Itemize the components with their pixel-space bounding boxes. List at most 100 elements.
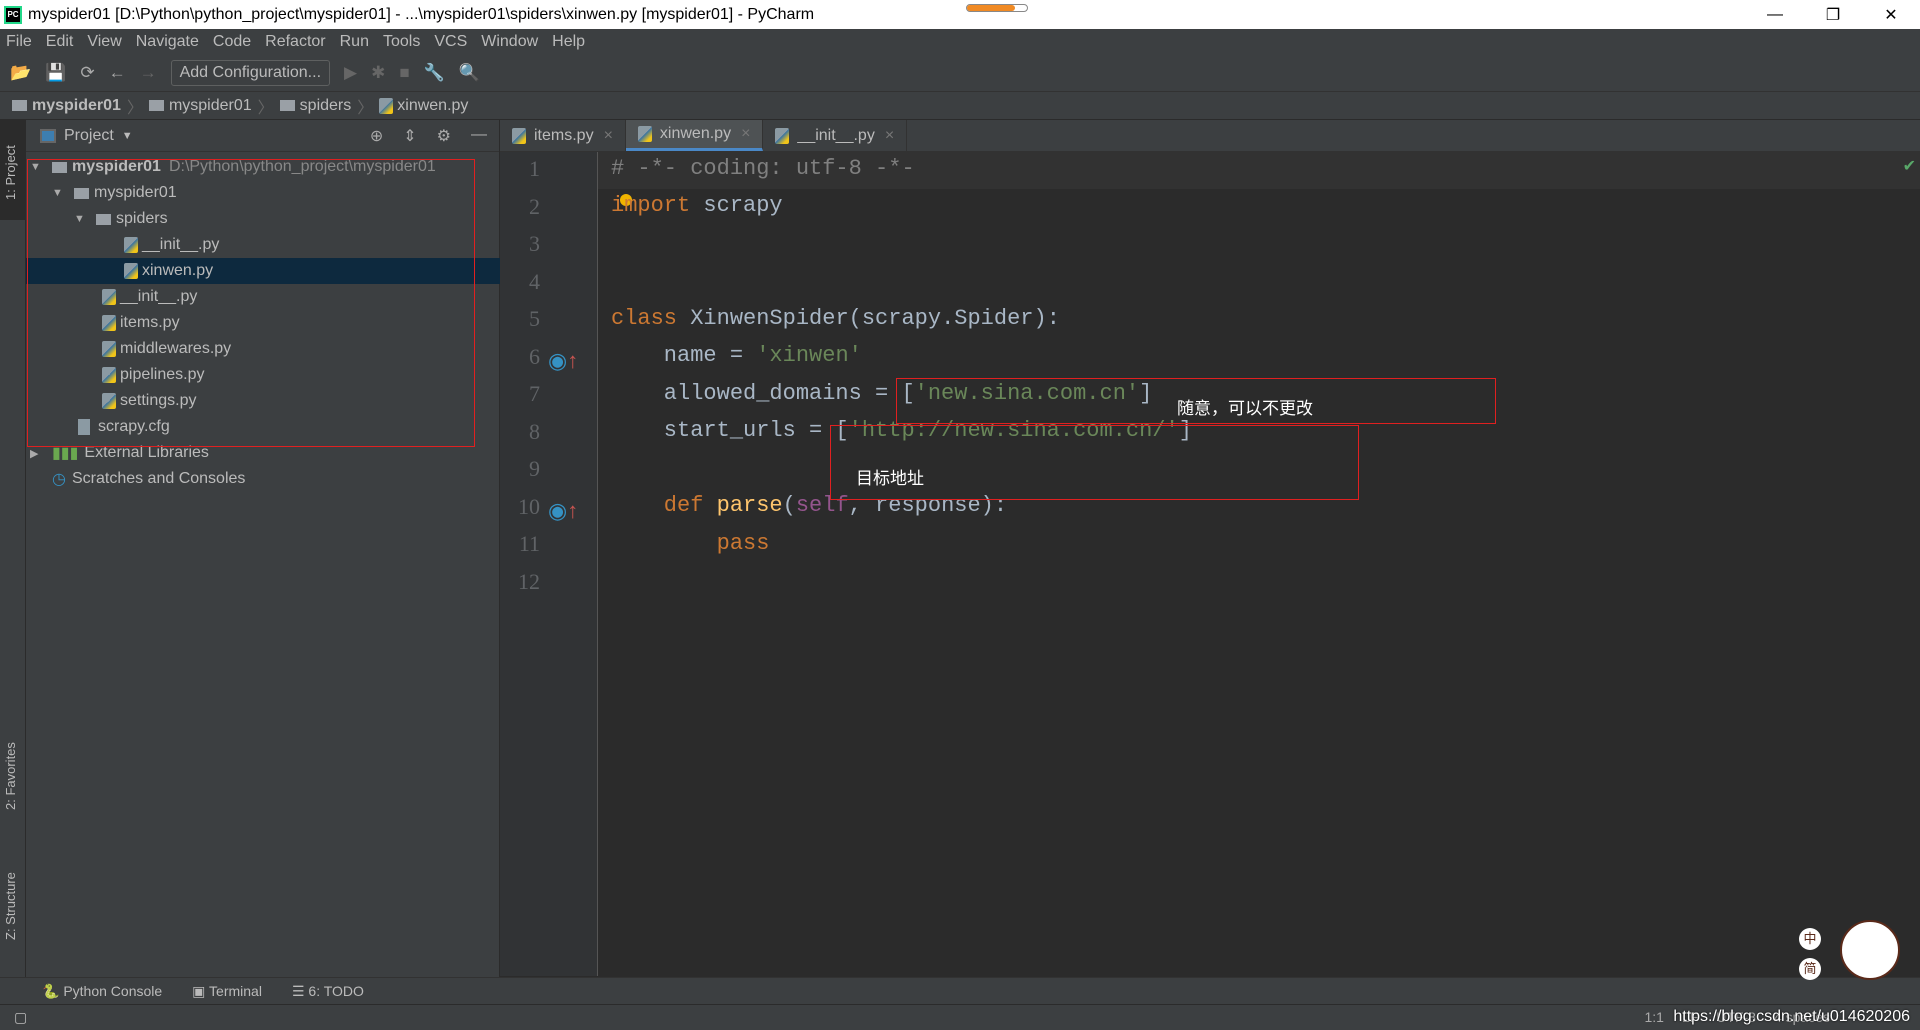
project-panel-header: Project ▼ ⊕ ⇕ ⚙ — bbox=[26, 120, 499, 152]
menu-refactor[interactable]: Refactor bbox=[265, 33, 325, 51]
code-line-1: # -*- coding: utf-8 -*- bbox=[611, 156, 915, 181]
back-arrow-icon[interactable]: ← bbox=[109, 63, 126, 83]
code-line-6: name = 'xinwen' bbox=[611, 343, 862, 368]
line-number: 10 bbox=[518, 493, 540, 519]
project-icon bbox=[40, 128, 56, 143]
terminal-tab[interactable]: ▣ Terminal bbox=[192, 983, 262, 1000]
folder-icon bbox=[148, 100, 164, 111]
line-number: 7 bbox=[529, 381, 540, 406]
pycharm-logo-icon: PC bbox=[4, 5, 22, 24]
menu-code[interactable]: Code bbox=[213, 33, 251, 51]
minimize-button[interactable]: — bbox=[1746, 0, 1804, 29]
tree-item-label: Scratches and Consoles bbox=[71, 470, 246, 487]
menu-run[interactable]: Run bbox=[340, 33, 369, 51]
annotation-note: 目标地址 bbox=[856, 469, 924, 488]
close-tab-icon[interactable]: × bbox=[885, 127, 894, 145]
annotation-note: 随意，可以不更改 bbox=[1177, 399, 1313, 418]
progress-fill bbox=[967, 5, 1015, 11]
close-tab-icon[interactable]: × bbox=[741, 125, 750, 143]
tree-item[interactable]: ◷ Scratches and Consoles bbox=[26, 466, 500, 492]
tab-label: xinwen.py bbox=[659, 125, 732, 142]
menu-file[interactable]: File bbox=[6, 33, 32, 51]
menu-tools[interactable]: Tools bbox=[383, 33, 420, 51]
todo-tab[interactable]: ☰ 6: TODO bbox=[292, 983, 364, 1000]
tab-label: __init__.py bbox=[797, 126, 875, 144]
python-file-icon bbox=[637, 126, 652, 142]
line-number: 4 bbox=[529, 268, 540, 294]
tool-windows-icon[interactable]: ▢ bbox=[14, 1009, 27, 1026]
bottom-tool-tabs: 🐍 Python Console ▣ Terminal ☰ 6: TODO bbox=[0, 977, 1920, 1004]
title-bar: PC myspider01 [D:\Python\python_project\… bbox=[0, 0, 1920, 29]
line-number: 8 bbox=[529, 418, 540, 444]
line-number: 2 bbox=[529, 193, 540, 219]
ime-simplified-icon[interactable]: 简 bbox=[1799, 958, 1821, 980]
gear-icon[interactable]: ⚙ bbox=[437, 126, 451, 146]
tab-label: items.py bbox=[534, 126, 594, 144]
locate-icon[interactable]: ⊕ bbox=[370, 126, 383, 146]
breadcrumb-item[interactable]: spiders bbox=[300, 97, 352, 115]
sync-icon[interactable]: ⟳ bbox=[80, 63, 94, 83]
breadcrumb-item[interactable]: myspider01 bbox=[169, 97, 252, 115]
menu-help[interactable]: Help bbox=[552, 33, 585, 51]
structure-tool-tab[interactable]: Z: Structure bbox=[3, 872, 18, 940]
line-number: 9 bbox=[529, 456, 540, 481]
breadcrumb-item[interactable]: xinwen.py bbox=[397, 97, 468, 115]
python-console-tab[interactable]: 🐍 Python Console bbox=[42, 983, 162, 1000]
progress-bar bbox=[966, 4, 1028, 12]
line-number: 1 bbox=[529, 156, 540, 181]
tab-init-py[interactable]: __init__.py × bbox=[763, 120, 908, 151]
breadcrumb-item[interactable]: myspider01 bbox=[32, 97, 121, 115]
line-number: 3 bbox=[529, 231, 540, 256]
line-number: 11 bbox=[518, 531, 540, 556]
ime-chinese-icon[interactable]: 中 bbox=[1799, 928, 1821, 950]
close-button[interactable]: ✕ bbox=[1862, 0, 1920, 29]
watermark: https://blog.csdn.net/u014620206 bbox=[1673, 1008, 1910, 1025]
debug-icon[interactable]: ✱ bbox=[371, 63, 385, 83]
project-view-dropdown[interactable]: Project bbox=[64, 127, 114, 145]
override-marker-icon[interactable]: ◉↑ bbox=[548, 348, 578, 374]
search-icon[interactable]: 🔍 bbox=[459, 63, 480, 83]
toolbar: 📂 💾 ⟳ ← → Add Configuration... ▶ ✱ ■ 🔧 🔍 bbox=[0, 55, 1920, 92]
python-file-icon bbox=[379, 97, 394, 114]
project-tool-tab[interactable]: 1: Project bbox=[3, 145, 18, 200]
override-marker-icon[interactable]: ◉↑ bbox=[548, 498, 578, 524]
favorites-tool-tab[interactable]: 2: Favorites bbox=[3, 742, 18, 810]
add-configuration-button[interactable]: Add Configuration... bbox=[170, 60, 331, 86]
annotation-box bbox=[27, 159, 475, 447]
caret-position[interactable]: 1:1 bbox=[1644, 1009, 1663, 1025]
close-tab-icon[interactable]: × bbox=[604, 127, 613, 145]
code-line-2: import scrapy bbox=[611, 193, 783, 218]
folder-icon bbox=[279, 100, 295, 111]
python-file-icon bbox=[512, 127, 526, 144]
python-file-icon bbox=[775, 127, 790, 144]
forward-arrow-icon[interactable]: → bbox=[140, 63, 157, 83]
line-number: 6 bbox=[529, 343, 540, 369]
status-bar: ▢ 1:1 LF UTF-8 4 spaces https://blog.csd… bbox=[0, 1004, 1920, 1030]
line-number: 12 bbox=[518, 568, 540, 594]
code-editor[interactable]: 1 2 3 4 5 6 7 8 9 10 11 12 # -*- coding: utf-8 -*- … bbox=[500, 152, 1920, 976]
save-icon[interactable]: 💾 bbox=[45, 63, 66, 83]
hide-icon[interactable]: — bbox=[471, 126, 487, 146]
scratches-icon: ◷ bbox=[52, 471, 66, 488]
editor-tabs: items.py × xinwen.py × __init__.py × bbox=[500, 120, 1920, 152]
tab-items-py[interactable]: items.py × bbox=[500, 120, 626, 151]
line-number: 5 bbox=[529, 306, 540, 331]
wrench-icon[interactable]: 🔧 bbox=[424, 63, 445, 83]
menu-window[interactable]: Window bbox=[481, 33, 538, 51]
panda-sticker-icon bbox=[1840, 920, 1900, 980]
menu-navigate[interactable]: Navigate bbox=[136, 33, 199, 51]
tab-xinwen-py[interactable]: xinwen.py × bbox=[625, 120, 764, 151]
open-folder-icon[interactable]: 📂 bbox=[10, 63, 31, 83]
code-line-11: pass bbox=[611, 531, 770, 556]
collapse-all-icon[interactable]: ⇕ bbox=[403, 126, 416, 146]
run-icon[interactable]: ▶ bbox=[344, 63, 357, 83]
left-tool-strip: 1: Project 2: Favorites Z: Structure bbox=[0, 120, 26, 977]
maximize-button[interactable]: ❐ bbox=[1804, 0, 1862, 29]
inspection-ok-icon: ✔ bbox=[1902, 158, 1916, 175]
stop-icon[interactable]: ■ bbox=[399, 63, 409, 83]
menu-view[interactable]: View bbox=[87, 33, 121, 51]
menu-bar: File Edit View Navigate Code Refactor Ru… bbox=[0, 29, 1920, 55]
window-title: myspider01 [D:\Python\python_project\mys… bbox=[28, 5, 815, 23]
menu-edit[interactable]: Edit bbox=[46, 33, 74, 51]
menu-vcs[interactable]: VCS bbox=[434, 33, 467, 51]
